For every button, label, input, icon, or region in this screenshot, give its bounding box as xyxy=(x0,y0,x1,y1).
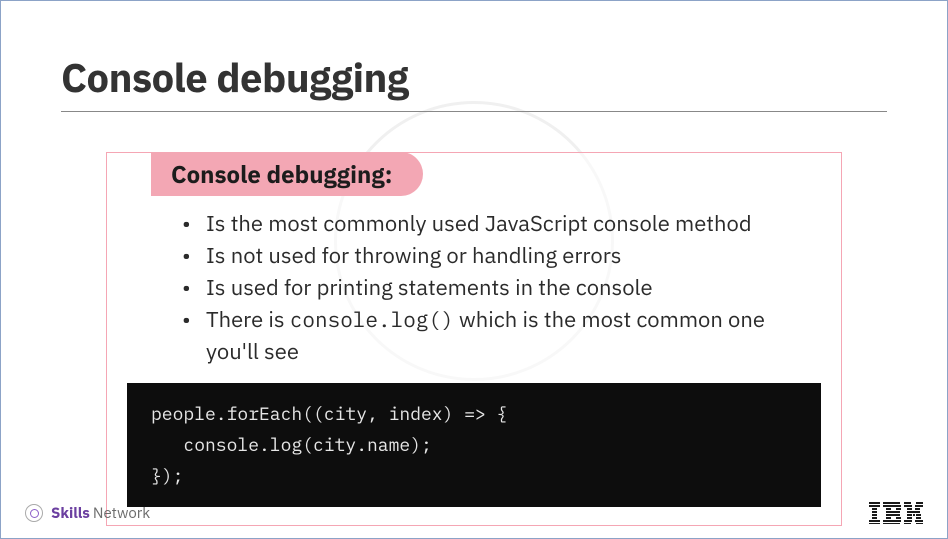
bullet-item: Is the most commonly used JavaScript con… xyxy=(182,208,821,240)
content-box: Console debugging: Is the most commonly … xyxy=(106,152,842,526)
footer-network: Network xyxy=(93,504,150,523)
slide-content: Console debugging Console debugging: Is … xyxy=(1,1,947,526)
bullet-item: There is console.log() which is the most… xyxy=(182,304,821,368)
skills-network-icon xyxy=(25,504,43,522)
page-title: Console debugging xyxy=(61,51,887,112)
subtitle-pill: Console debugging: xyxy=(151,152,423,196)
skills-network-logo: SkillsNetwork xyxy=(25,503,150,523)
code-block: people.forEach((city, index) => { consol… xyxy=(127,383,821,507)
bullet-item: Is used for printing statements in the c… xyxy=(182,272,821,304)
inline-code: console.log() xyxy=(290,305,454,333)
bullet-text-pre: There is xyxy=(206,305,290,334)
footer-skills: Skills xyxy=(51,504,90,523)
footer: SkillsNetwork xyxy=(25,502,923,524)
ibm-logo xyxy=(869,502,923,524)
bullet-item: Is not used for throwing or handling err… xyxy=(182,240,821,272)
bullet-list: Is the most commonly used JavaScript con… xyxy=(127,208,821,367)
